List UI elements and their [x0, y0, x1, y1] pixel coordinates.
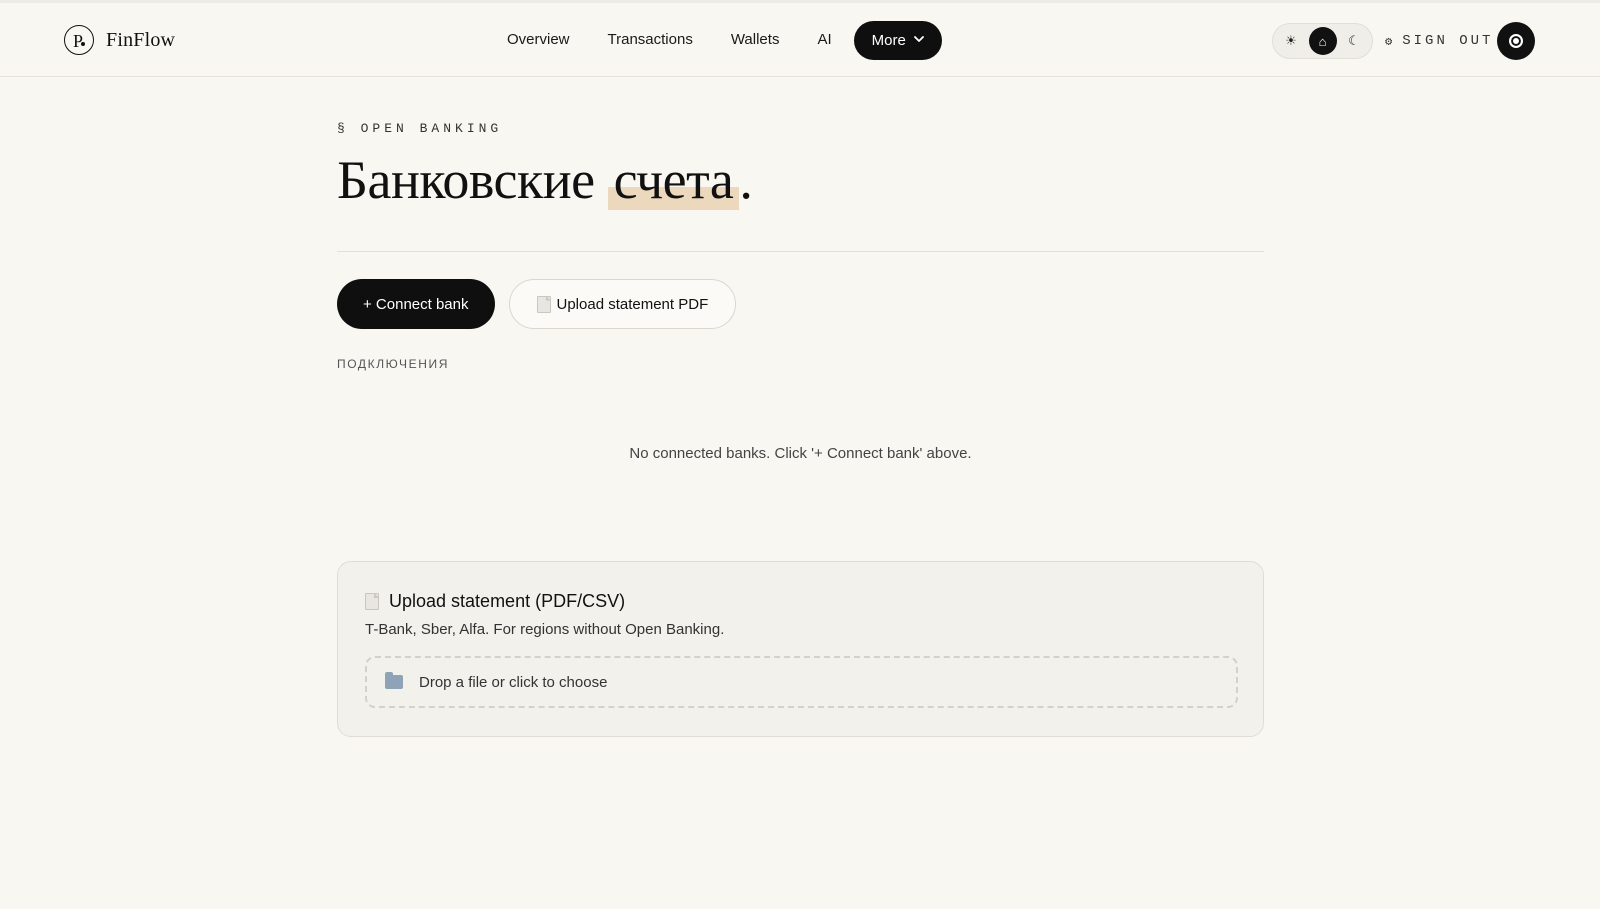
more-label: More	[871, 31, 906, 49]
document-icon	[536, 295, 551, 313]
sun-icon[interactable]: ☀	[1277, 27, 1305, 55]
connections-section-label: ПОДКЛЮЧЕНИЯ	[337, 357, 449, 371]
page-title-main: Банковские	[337, 150, 595, 210]
nav-overview[interactable]: Overview	[488, 20, 589, 60]
chevron-down-icon	[913, 35, 924, 42]
nav-ai[interactable]: AI	[798, 20, 850, 60]
top-navigation-bar: P FinFlow Overview Transactions Wallets …	[0, 3, 1600, 77]
more-menu-button[interactable]: More	[853, 20, 942, 60]
sign-out-label: SIGN OUT	[1402, 33, 1494, 49]
sign-out-button[interactable]: ⚙ SIGN OUT	[1385, 25, 1493, 57]
nav-transactions[interactable]: Transactions	[589, 20, 712, 60]
action-buttons: + Connect bank Upload statement PDF	[337, 279, 737, 329]
page-title: Банковские счета.	[337, 149, 753, 211]
brand-name: FinFlow	[106, 28, 176, 51]
document-icon	[365, 593, 379, 610]
page-title-highlight: счета	[607, 150, 740, 210]
section-eyebrow: § OPEN BANKING	[337, 121, 503, 136]
main-nav: Overview Transactions Wallets AI More	[488, 20, 942, 60]
upload-card-subtitle: T-Bank, Sber, Alfa. For regions without …	[365, 621, 725, 638]
gear-icon: ⚙	[1385, 34, 1393, 49]
upload-statement-button[interactable]: Upload statement PDF	[508, 279, 737, 329]
brand-logo-letter: P	[72, 30, 83, 51]
moon-icon[interactable]: ☾	[1340, 27, 1368, 55]
connect-bank-button[interactable]: + Connect bank	[337, 279, 495, 329]
page-title-end: .	[739, 150, 753, 210]
folder-icon	[385, 672, 403, 689]
theme-toggle: ☀ ⌂ ☾	[1272, 23, 1373, 59]
home-icon[interactable]: ⌂	[1308, 27, 1337, 55]
upload-statement-card: Upload statement (PDF/CSV) T-Bank, Sber,…	[337, 561, 1264, 737]
upload-statement-label: Upload statement PDF	[556, 295, 709, 313]
nav-wallets[interactable]: Wallets	[712, 20, 799, 60]
file-dropzone[interactable]: Drop a file or click to choose	[365, 656, 1238, 708]
brand[interactable]: P FinFlow	[64, 25, 175, 55]
divider	[337, 251, 1264, 252]
avatar-icon	[1509, 34, 1523, 48]
avatar[interactable]	[1497, 22, 1535, 60]
finflow-logo-icon: P	[64, 25, 94, 55]
dropzone-label: Drop a file or click to choose	[419, 673, 608, 691]
upload-card-title-text: Upload statement (PDF/CSV)	[389, 591, 626, 611]
empty-state-message: No connected banks. Click '+ Connect ban…	[629, 445, 972, 462]
brand-logo-dot	[81, 42, 85, 46]
upload-card-title: Upload statement (PDF/CSV)	[365, 591, 625, 612]
